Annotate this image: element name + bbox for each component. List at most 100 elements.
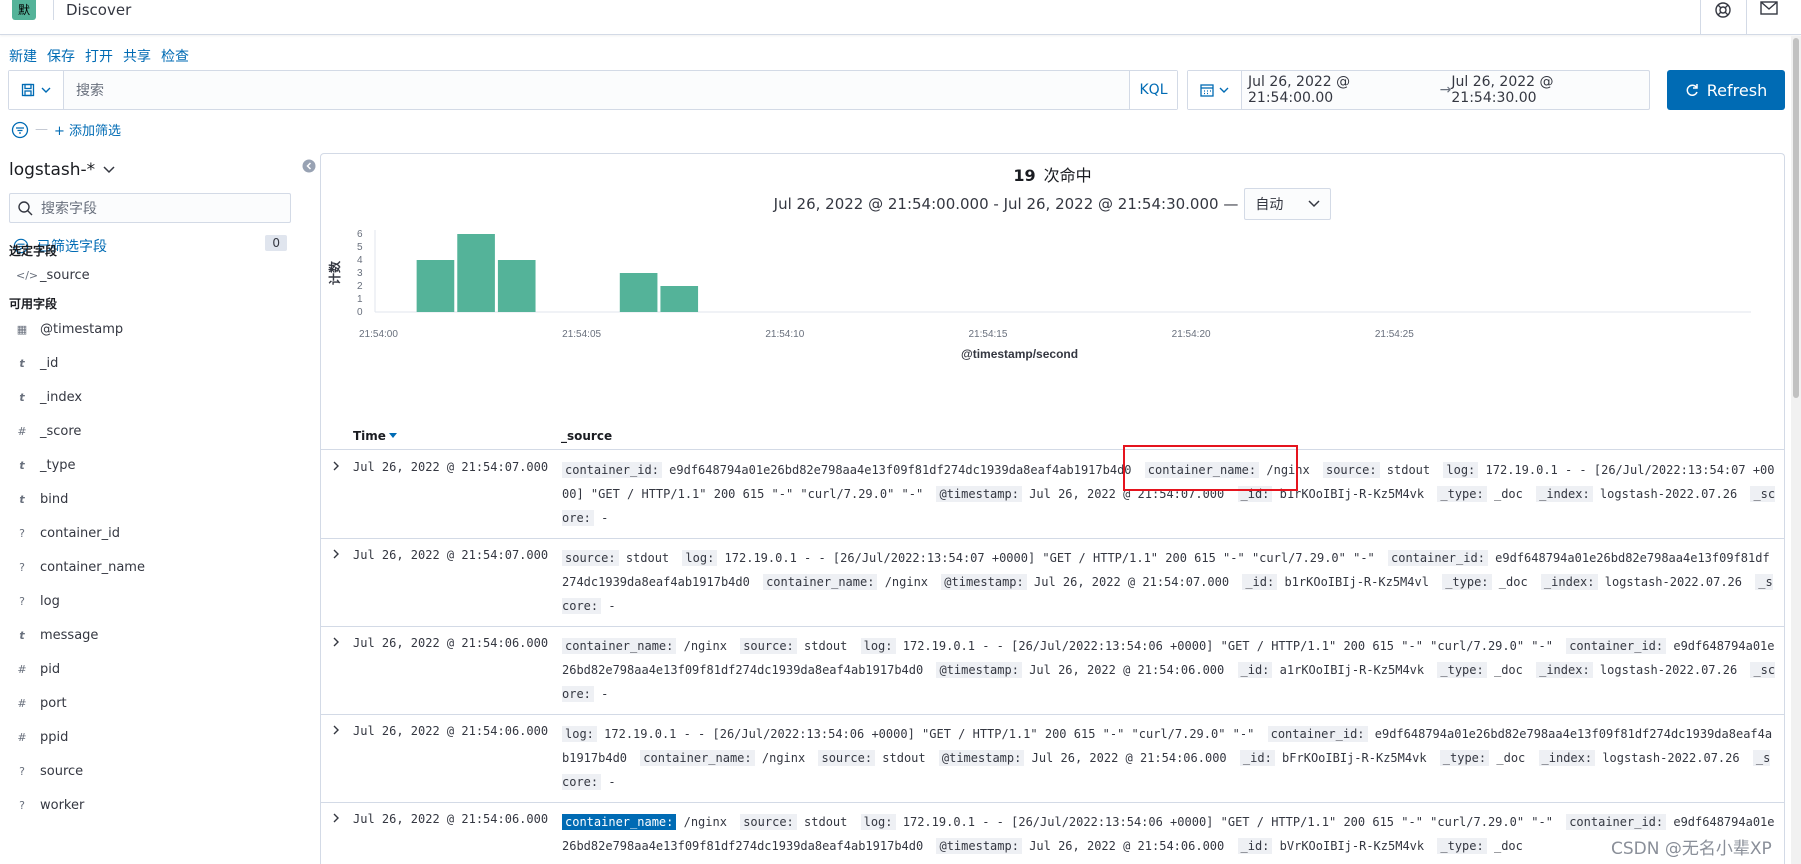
- field-type-icon: #: [17, 696, 27, 710]
- saved-query-button[interactable]: [9, 71, 64, 109]
- field-value: logstash-2022.07.26: [1599, 663, 1738, 677]
- field-item[interactable]: t _type: [0, 448, 314, 482]
- table-row[interactable]: Jul 26, 2022 @ 21:54:07.000 container_id:…: [321, 451, 1784, 539]
- top-nav-menu: 新建 保存 打开 共享 检查: [9, 46, 189, 66]
- interval-select[interactable]: 自动: [1244, 188, 1332, 220]
- source-field: _id: a1rKOoIBIj-R-Kz5M4vk: [1237, 662, 1425, 678]
- calendar-icon: [1200, 84, 1214, 97]
- row-source: container_name: /nginx source: stdout lo…: [562, 810, 1776, 858]
- x-tick-label: 21:54:20: [1172, 329, 1211, 340]
- index-pattern-selector[interactable]: logstash-*: [9, 160, 115, 180]
- field-item[interactable]: # ppid: [0, 720, 314, 754]
- scroll-thumb[interactable]: [1793, 38, 1799, 398]
- table-row[interactable]: Jul 26, 2022 @ 21:54:06.000 container_nam…: [321, 803, 1784, 864]
- query-language-button[interactable]: KQL: [1129, 71, 1177, 109]
- field-value: a1rKOoIBIj-R-Kz5M4vk: [1279, 663, 1425, 677]
- chevron-right-icon[interactable]: [330, 636, 342, 648]
- y-tick-label: 3: [357, 268, 363, 279]
- chevron-down-icon: [103, 166, 115, 174]
- nav-inspect[interactable]: 检查: [161, 46, 189, 66]
- histogram-bar: [497, 260, 536, 312]
- source-field: @timestamp: Jul 26, 2022 @ 21:54:07.000: [936, 486, 1224, 502]
- field-value: logstash-2022.07.26: [1602, 751, 1740, 765]
- source-field: _type: _doc: [1437, 486, 1523, 502]
- field-item[interactable]: # pid: [0, 652, 314, 686]
- field-key: _type:: [1437, 662, 1487, 678]
- newsfeed-button[interactable]: [1746, 0, 1790, 34]
- field-key: _index:: [1540, 574, 1598, 590]
- field-value: stdout: [625, 551, 670, 565]
- field-key: container_id:: [562, 462, 662, 478]
- field-value: bVrKOoIBIj-R-Kz5M4vk: [1279, 839, 1425, 853]
- field-item[interactable]: ▦ @timestamp: [0, 312, 314, 346]
- chevron-down-icon: [41, 87, 51, 93]
- nav-new[interactable]: 新建: [9, 46, 37, 66]
- quick-menu-button[interactable]: [1188, 71, 1242, 109]
- table-row[interactable]: Jul 26, 2022 @ 21:54:06.000 container_nam…: [321, 627, 1784, 715]
- chevron-right-icon[interactable]: [330, 548, 342, 560]
- field-item[interactable]: t bind: [0, 482, 314, 516]
- time-column-header[interactable]: Time: [353, 429, 397, 443]
- field-search-input[interactable]: 搜索字段: [9, 193, 291, 223]
- search-input[interactable]: 搜索: [64, 80, 1129, 100]
- space-avatar[interactable]: 默: [12, 0, 36, 20]
- field-key: container_name:: [1144, 462, 1260, 478]
- field-item[interactable]: t _index: [0, 380, 314, 414]
- filtered-fields-count: 0: [265, 235, 287, 251]
- field-key: @timestamp:: [936, 662, 1022, 678]
- hits-count: 19: [1013, 166, 1036, 185]
- field-type-icon: </>: [16, 268, 39, 282]
- hits-counter: 19 次命中: [321, 162, 1784, 186]
- page-scrollbar[interactable]: [1791, 36, 1801, 864]
- field-key: @timestamp:: [936, 838, 1022, 854]
- source-field: log: 172.19.0.1 - - [26/Jul/2022:13:54:0…: [682, 550, 1375, 566]
- table-row[interactable]: Jul 26, 2022 @ 21:54:06.000 log: 172.19.0…: [321, 715, 1784, 803]
- chevron-right-icon[interactable]: [330, 724, 342, 736]
- chevron-right-icon[interactable]: [330, 812, 342, 824]
- field-item[interactable]: t message: [0, 618, 314, 652]
- field-value: Jul 26, 2022 @ 21:54:07.000: [1034, 575, 1230, 589]
- field-item[interactable]: ? worker: [0, 788, 314, 822]
- nav-open[interactable]: 打开: [85, 46, 113, 66]
- field-key: container_name:: [562, 814, 677, 830]
- field-type-icon: t: [19, 390, 25, 404]
- field-key: container_name:: [640, 750, 755, 766]
- field-type-icon: t: [19, 492, 25, 506]
- filter-icon[interactable]: [11, 121, 29, 139]
- field-item[interactable]: t _id: [0, 346, 314, 380]
- field-item[interactable]: ? source: [0, 754, 314, 788]
- help-button[interactable]: [1700, 0, 1744, 34]
- x-axis-label: @timestamp/second: [961, 347, 1078, 361]
- x-tick-label: 21:54:25: [1375, 329, 1414, 340]
- field-key: _type:: [1437, 838, 1487, 854]
- field-value: 172.19.0.1 - - [26/Jul/2022:13:54:06 +00…: [604, 727, 1255, 741]
- field-item[interactable]: ? container_name: [0, 550, 314, 584]
- field-value: _doc: [1493, 487, 1523, 501]
- search-icon: [18, 200, 33, 215]
- histogram-bar: [619, 273, 658, 312]
- field-item[interactable]: # port: [0, 686, 314, 720]
- field-item[interactable]: # _score: [0, 414, 314, 448]
- nav-share[interactable]: 共享: [123, 46, 151, 66]
- field-item[interactable]: ? container_id: [0, 516, 314, 550]
- y-tick-label: 2: [357, 281, 363, 292]
- field-item[interactable]: ? log: [0, 584, 314, 618]
- source-field: _id: b1rKOoIBIj-R-Kz5M4vl: [1242, 574, 1429, 590]
- time-picker: Jul 26, 2022 @ 21:54:00.00 → Jul 26, 202…: [1187, 70, 1650, 110]
- refresh-button[interactable]: Refresh: [1667, 70, 1785, 110]
- start-date[interactable]: Jul 26, 2022 @ 21:54:00.00: [1248, 74, 1440, 106]
- chevron-right-icon[interactable]: [330, 460, 342, 472]
- add-filter-button[interactable]: + 添加筛选: [54, 120, 121, 139]
- table-row[interactable]: Jul 26, 2022 @ 21:54:07.000 source: stdou…: [321, 539, 1784, 627]
- row-source: log: 172.19.0.1 - - [26/Jul/2022:13:54:0…: [562, 722, 1776, 794]
- field-key: source:: [562, 550, 619, 566]
- field-value: _doc: [1493, 839, 1523, 853]
- collapse-sidebar-icon[interactable]: [302, 159, 316, 173]
- histogram-chart: 0 1 2 3 4 5 6 21:54:00 21:54:05 21:54:10 21:54:15 2…: [327, 229, 1751, 361]
- field-item[interactable]: </> _source: [0, 258, 314, 292]
- nav-save[interactable]: 保存: [47, 46, 75, 66]
- field-key: container_id:: [1388, 550, 1488, 566]
- end-date[interactable]: Jul 26, 2022 @ 21:54:30.00: [1451, 74, 1643, 106]
- source-field: _type: _doc: [1437, 662, 1523, 678]
- field-value: Jul 26, 2022 @ 21:54:06.000: [1029, 663, 1225, 677]
